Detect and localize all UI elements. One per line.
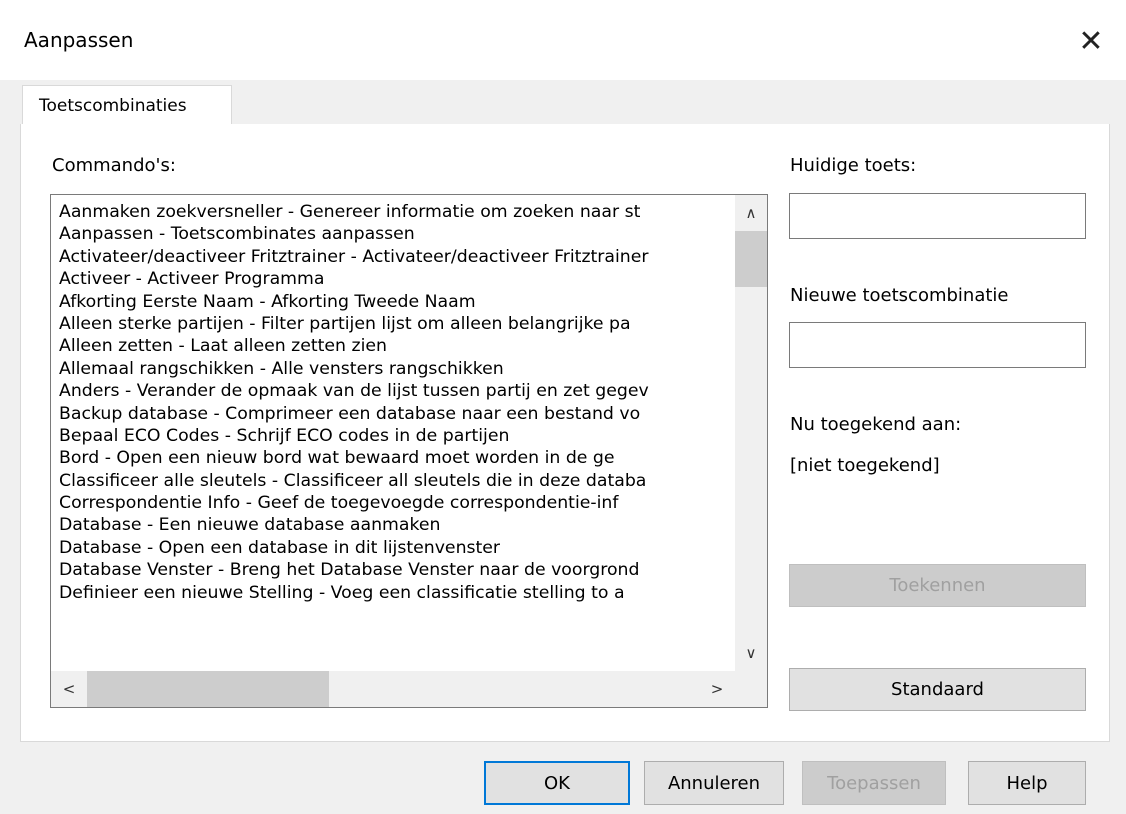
list-item[interactable]: Afkorting Eerste Naam - Afkorting Tweede… xyxy=(59,291,729,313)
current-key-label: Huidige toets: xyxy=(790,155,917,176)
vertical-scroll-thumb[interactable] xyxy=(735,231,767,287)
vertical-scrollbar[interactable]: ∧ ∨ xyxy=(735,195,767,671)
list-item[interactable]: Database - Open een database in dit lijs… xyxy=(59,537,729,559)
list-item[interactable]: Alleen sterke partijen - Filter partijen… xyxy=(59,313,729,335)
ok-button[interactable]: OK xyxy=(484,761,630,805)
scroll-left-icon[interactable]: < xyxy=(51,671,87,707)
list-item[interactable]: Bepaal ECO Codes - Schrijf ECO codes in … xyxy=(59,425,729,447)
list-item[interactable]: Allemaal rangschikken - Alle vensters ra… xyxy=(59,358,729,380)
commands-list: Aanmaken zoekversneller - Genereer infor… xyxy=(59,201,729,604)
scroll-right-icon[interactable]: > xyxy=(699,671,735,707)
tab-toetscombinaties[interactable]: Toetscombinaties xyxy=(22,85,232,126)
list-item[interactable]: Definieer een nieuwe Stelling - Voeg een… xyxy=(59,582,729,604)
tab-label: Toetscombinaties xyxy=(39,96,187,116)
title-bar: Aanpassen ✕ xyxy=(0,0,1126,80)
commands-listbox[interactable]: Aanmaken zoekversneller - Genereer infor… xyxy=(50,194,768,708)
horizontal-scrollbar[interactable]: < > xyxy=(51,671,735,707)
assign-button[interactable]: Toekennen xyxy=(789,564,1086,607)
list-item[interactable]: Anders - Verander de opmaak van de lijst… xyxy=(59,380,729,402)
dialog-title: Aanpassen xyxy=(24,28,134,52)
list-item[interactable]: Activeer - Activeer Programma xyxy=(59,268,729,290)
assigned-label: Nu toegekend aan: xyxy=(790,414,962,435)
new-combo-label: Nieuwe toetscombinatie xyxy=(790,285,1009,306)
list-item[interactable]: Alleen zetten - Laat alleen zetten zien xyxy=(59,335,729,357)
new-combo-field[interactable] xyxy=(789,322,1086,368)
list-item[interactable]: Bord - Open een nieuw bord wat bewaard m… xyxy=(59,447,729,469)
scrollbar-corner xyxy=(735,671,767,707)
scroll-up-icon[interactable]: ∧ xyxy=(735,195,767,231)
list-item[interactable]: Database Venster - Breng het Database Ve… xyxy=(59,559,729,581)
assigned-value: [niet toegekend] xyxy=(790,455,940,476)
commands-label: Commando's: xyxy=(52,155,176,176)
list-item[interactable]: Aanmaken zoekversneller - Genereer infor… xyxy=(59,201,729,223)
help-button[interactable]: Help xyxy=(968,761,1086,805)
cancel-button[interactable]: Annuleren xyxy=(644,761,784,805)
list-item[interactable]: Aanpassen - Toetscombinates aanpassen xyxy=(59,223,729,245)
list-item[interactable]: Database - Een nieuwe database aanmaken xyxy=(59,514,729,536)
current-key-field[interactable] xyxy=(789,193,1086,239)
apply-button[interactable]: Toepassen xyxy=(802,761,946,805)
scroll-down-icon[interactable]: ∨ xyxy=(735,635,767,671)
list-item[interactable]: Classificeer alle sleutels - Classificee… xyxy=(59,470,729,492)
horizontal-scroll-thumb[interactable] xyxy=(87,671,329,707)
list-item[interactable]: Backup database - Comprimeer een databas… xyxy=(59,403,729,425)
list-item[interactable]: Correspondentie Info - Geef de toegevoeg… xyxy=(59,492,729,514)
close-icon[interactable]: ✕ xyxy=(1068,18,1114,64)
default-button[interactable]: Standaard xyxy=(789,668,1086,711)
list-item[interactable]: Activateer/deactiveer Fritztrainer - Act… xyxy=(59,246,729,268)
